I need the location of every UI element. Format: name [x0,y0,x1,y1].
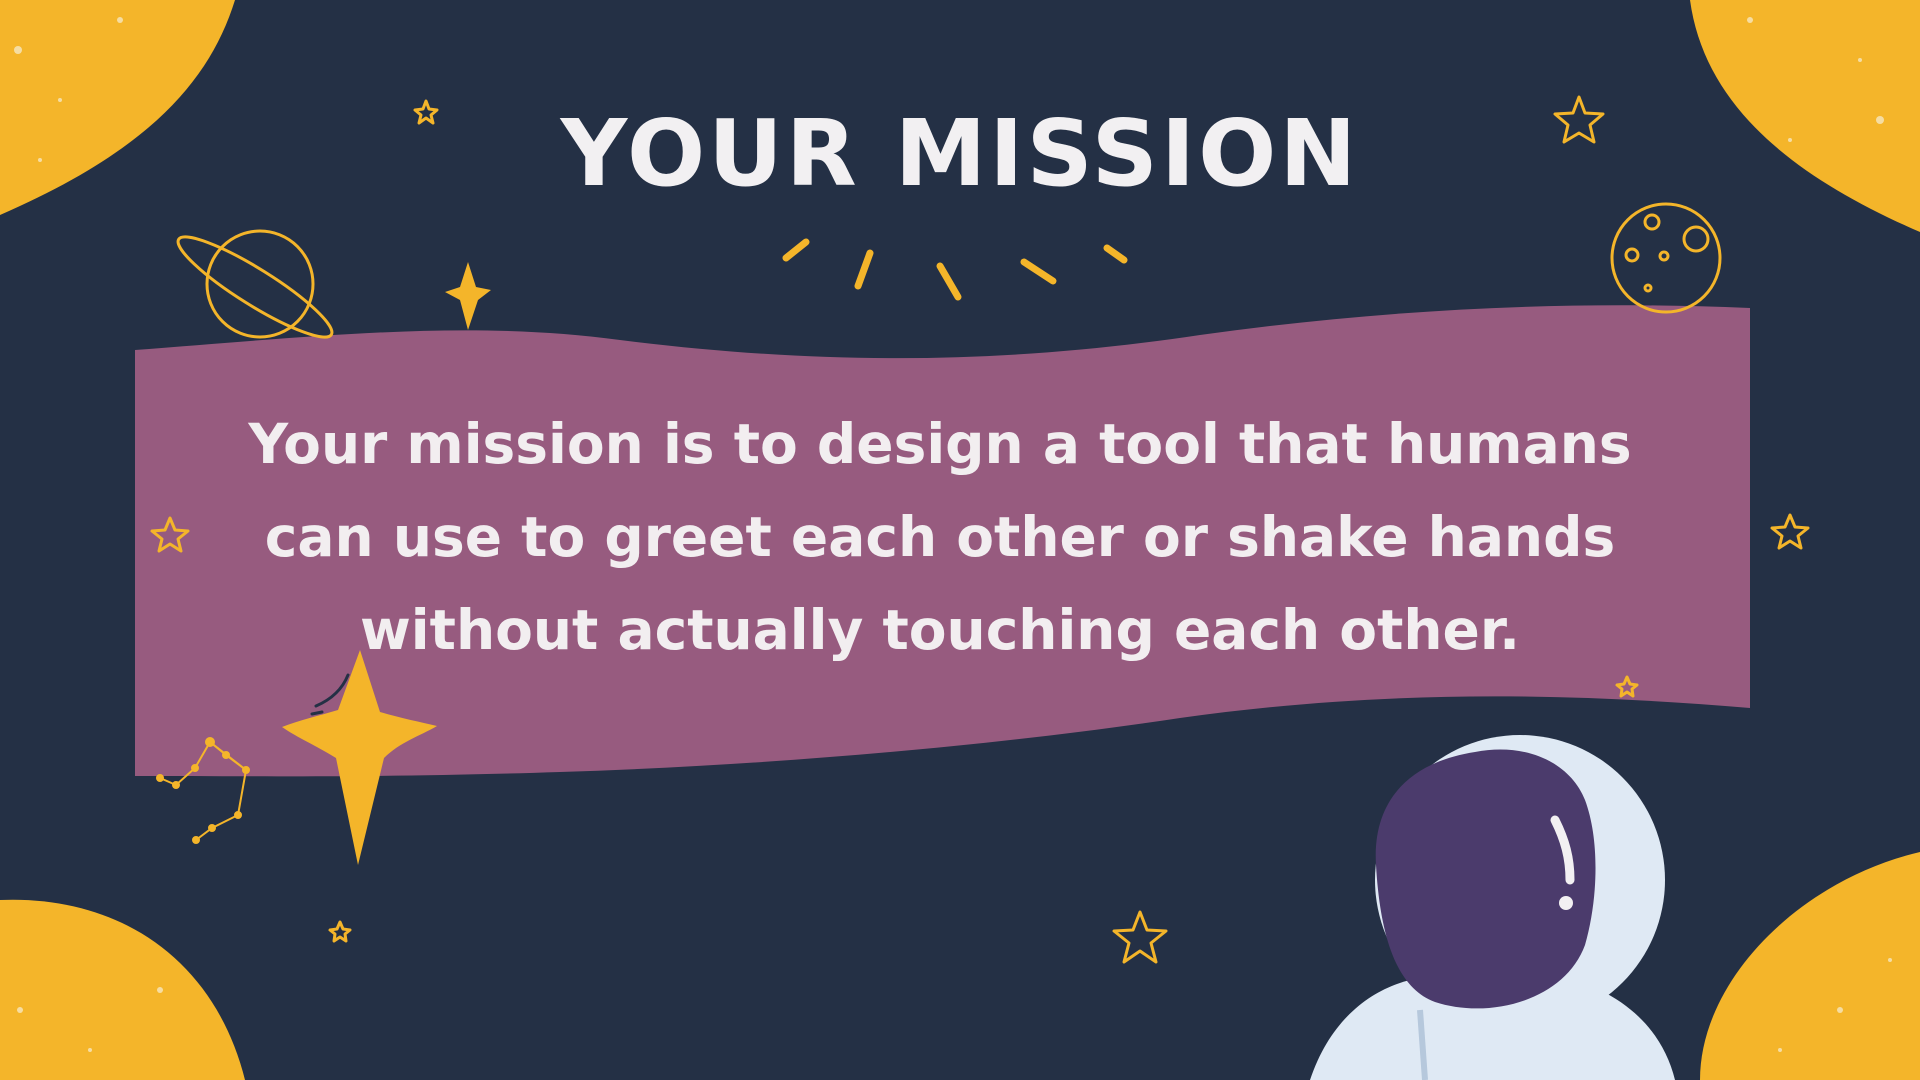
corner-blob-bottom-left [0,899,245,1080]
moon-outline-icon [1610,202,1722,314]
corner-blob-bottom-right [1700,852,1920,1080]
mission-description: Your mission is to design a tool that hu… [248,412,1632,662]
sparkle-star-icon [445,262,491,330]
planet-outline-icon [176,229,334,339]
slide: YOUR MISSION Your mission is to design a… [0,0,1920,1080]
slide-title: YOUR MISSION [560,100,1360,207]
astronaut-icon [1310,735,1675,1080]
sun-burst-rays-icon [782,238,1128,301]
